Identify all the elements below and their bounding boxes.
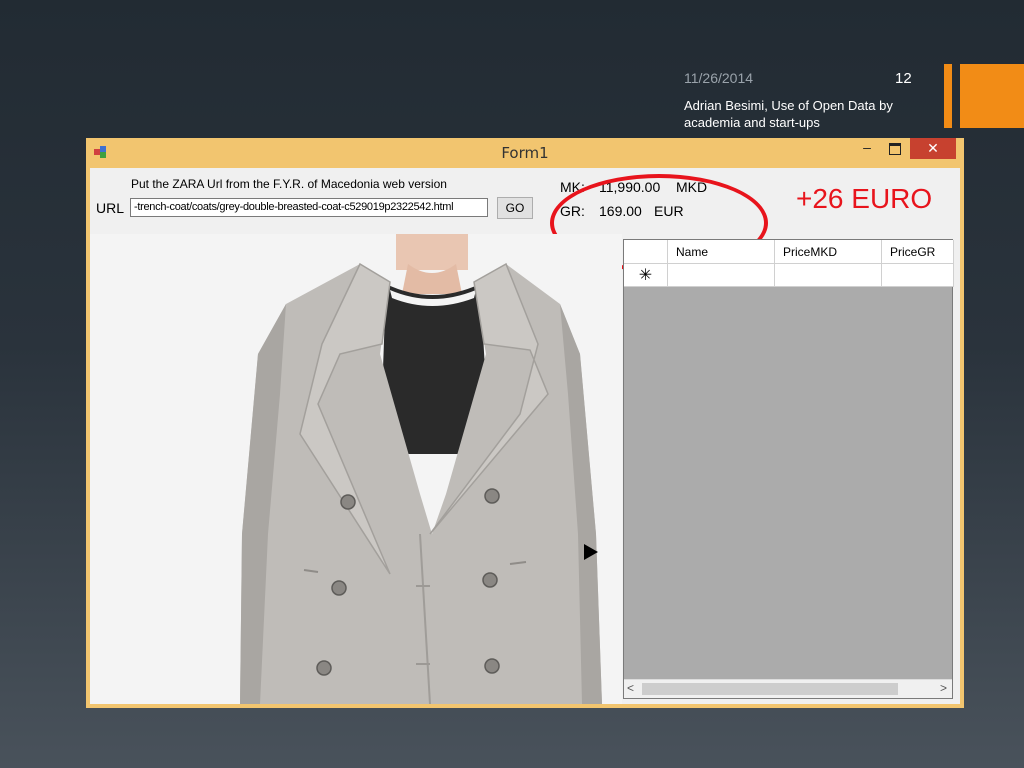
instruction-label: Put the ZARA Url from the F.Y.R. of Mace… [131, 177, 447, 191]
euro-annotation: +26 EURO [796, 183, 933, 214]
horizontal-scrollbar[interactable]: < > [624, 679, 952, 698]
maximize-button[interactable] [882, 138, 908, 160]
grid-row-header-corner [624, 240, 668, 264]
new-row-marker-icon[interactable]: ✳ [624, 264, 668, 287]
coat-illustration [240, 234, 602, 704]
minimize-button[interactable]: – [854, 138, 880, 160]
column-header-name[interactable]: Name [668, 240, 775, 264]
slide-author: Adrian Besimi, Use of Open Data by acade… [684, 98, 893, 130]
form1-window: Form1 – ✕ Put the ZARA Url from the F.Y.… [86, 138, 964, 708]
maximize-icon [889, 143, 901, 155]
grid-header: Name PriceMKD PriceGR [624, 240, 954, 264]
new-row-cell-name[interactable] [668, 264, 775, 287]
scroll-left-icon[interactable]: < [627, 681, 634, 695]
window-title: Form1 [501, 144, 549, 162]
new-row-cell-pricegr[interactable] [882, 264, 954, 287]
column-header-pricemkd[interactable]: PriceMKD [775, 240, 882, 264]
form-client-area: Put the ZARA Url from the F.Y.R. of Mace… [90, 168, 960, 704]
slide-date: 11/26/2014 [684, 70, 754, 86]
scroll-thumb[interactable] [642, 683, 898, 695]
go-button[interactable]: GO [497, 197, 533, 219]
accent-bar-thick [960, 64, 1024, 128]
close-button[interactable]: ✕ [910, 138, 956, 159]
data-grid[interactable]: Name PriceMKD PriceGR ✳ < > [623, 239, 954, 699]
scroll-right-icon[interactable]: > [940, 681, 947, 695]
product-image [90, 234, 622, 704]
column-header-pricegr[interactable]: PriceGR [882, 240, 954, 264]
accent-bar-thin [944, 64, 952, 128]
play-arrow-icon[interactable] [584, 544, 598, 560]
new-row-cell-pricemkd[interactable] [775, 264, 882, 287]
url-label: URL [96, 200, 125, 216]
title-bar[interactable]: Form1 – ✕ [86, 138, 964, 166]
slide-number: 12 [895, 70, 912, 87]
url-input[interactable]: -trench-coat/coats/grey-double-breasted-… [130, 198, 488, 217]
